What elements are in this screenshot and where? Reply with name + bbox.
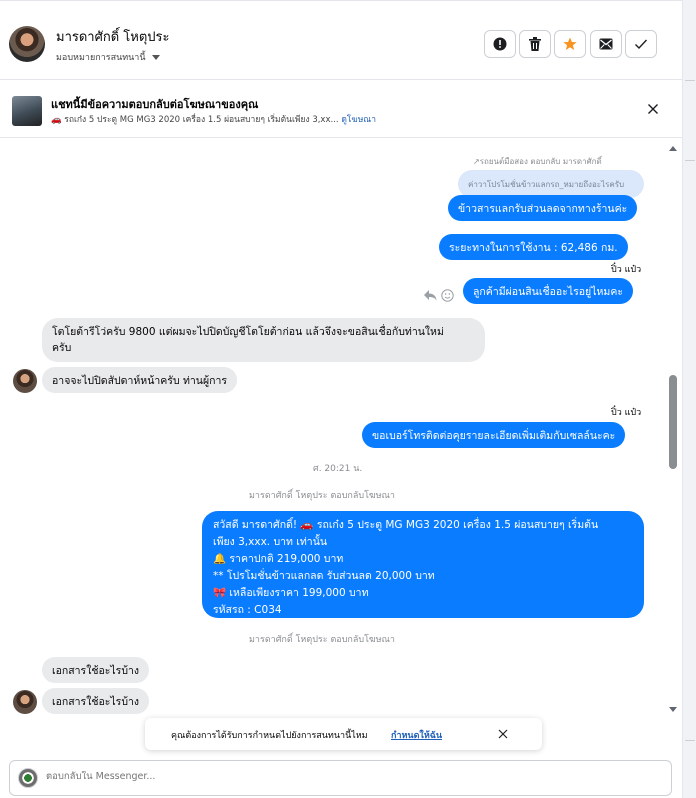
sender-name: ปิ๋ว แป๋ว [611,265,642,275]
ad-banner-title: แชทนี้มีข้อความตอบกลับต่อโฆษณาของคุณ [51,98,259,111]
assign-toast: คุณต้องการได้รับการกำหนดไปยังการสนทนานี้… [145,718,542,750]
message-timestamp: ศ. 20:21 น. [313,464,363,474]
right-rail [683,0,696,798]
message-actions [423,289,454,302]
rail-divider [685,160,695,161]
outgoing-message[interactable]: ระยะทางในการใช้งาน : 62,486 กม. [439,234,628,260]
ad-message-line: เพียง 3,xxx. บาท เท่านั้น [213,536,328,548]
contact-avatar-small[interactable] [13,690,37,714]
star-icon [563,37,577,50]
sender-name: ปิ๋ว แป๋ว [611,408,642,418]
close-icon[interactable] [496,727,510,741]
star-button[interactable] [554,30,586,58]
ad-message-line: รหัสรถ : C034 [213,604,282,616]
message-line: โตโยต้ารีโว่ครับ 9800 แต่ผมจะไปปิดบัญชีโ… [52,326,444,338]
contact-name[interactable]: มารดาศักดิ์ โหตุประ [56,26,170,47]
incoming-message[interactable]: เอกสารใช้อะไรบ้าง [42,688,150,714]
outgoing-message[interactable]: ลูกค้ามีผ่อนสินเชื่ออะไรอยู่ไหมคะ [463,278,633,304]
ad-message-line: สวัสดี มารดาศักดิ์! 🚗 รถเก๋ง 5 ประตู MG … [213,519,599,531]
react-icon[interactable] [441,289,454,302]
scroll-up-icon[interactable] [669,146,677,151]
ad-message-line: ** โปรโมชั่นข้าวแลกลด รับส่วนลด 20,000 บ… [213,570,435,582]
ad-message-line: 🔔 ราคาปกติ 219,000 บาท [213,553,344,565]
spam-icon [493,37,507,51]
quoted-message[interactable]: ค่าวาโปรโมชั่นข้าวแลกรถ_หมายถึงอะไรครับ [458,170,644,198]
ad-banner-text: 🚗 รถเก๋ง 5 ประตู MG MG3 2020 เครื่อง 1.5… [51,115,339,125]
assign-to-me-link[interactable]: กำหนดให้ฉัน [391,728,442,742]
assign-dropdown[interactable]: มอบหมายการสนทนานี้ [56,50,160,64]
rail-divider [685,80,695,81]
delete-button[interactable] [519,30,551,58]
reply-meta: ↗รถยนต์มือสอง ตอบกลับ มารดาศักดิ์ [473,157,602,166]
outgoing-message[interactable]: ขอเบอร์โทรติดต่อคุยรายละเอียดเพิ่มเติมกั… [362,422,626,448]
caret-down-icon [151,54,160,60]
incoming-message[interactable]: อาจจะไปปิดสัปดาห์หน้าครับ ท่านผู้การ [42,367,237,393]
ad-message-bubble[interactable]: สวัสดี มารดาศักดิ์! 🚗 รถเก๋ง 5 ประตู MG … [202,511,644,618]
contact-avatar[interactable] [9,26,45,62]
conversation-panel: มารดาศักดิ์ โหตุประ มอบหมายการสนทนานี้ แ… [0,0,683,798]
ad-banner-subtitle: 🚗 รถเก๋ง 5 ประตู MG MG3 2020 เครื่อง 1.5… [51,112,376,126]
toast-text: คุณต้องการได้รับการกำหนดไปยังการสนทนานี้… [171,731,368,741]
outgoing-message[interactable]: ข้าวสารแลกรับส่วนลดจากทางร้านค่ะ [448,195,638,221]
scroll-thumb[interactable] [669,375,677,469]
rail-divider [685,740,695,741]
ad-thumbnail[interactable] [12,96,42,126]
ad-reply-meta: มารดาศักดิ์ โหตุประ ตอบกลับโฆษณา [249,635,395,645]
mark-unread-button[interactable] [590,30,622,58]
assign-label: มอบหมายการสนทนานี้ [56,53,146,63]
ad-message-line: 🎀 เหลือเพียงราคา 199,000 บาท [213,587,369,599]
mark-done-button[interactable] [625,30,657,58]
conversation-header: มารดาศักดิ์ โหตุประ มอบหมายการสนทนานี้ [0,0,683,80]
ad-reply-meta: มารดาศักดิ์ โหตุประ ตอบกลับโฆษณา [249,491,395,501]
incoming-message[interactable]: เอกสารใช้อะไรบ้าง [42,657,150,683]
mark-spam-button[interactable] [484,30,516,58]
reply-composer[interactable] [9,760,672,796]
page-avatar [18,768,38,788]
message-line: ครับ [52,342,72,354]
incoming-message[interactable]: โตโยต้ารีโว่ครับ 9800 แต่ผมจะไปปิดบัญชีโ… [42,318,485,362]
reply-icon[interactable] [423,289,437,301]
close-icon[interactable] [645,101,661,117]
contact-avatar-small[interactable] [13,369,37,393]
reply-input[interactable] [46,771,646,782]
mark-unread-icon [599,38,613,50]
check-icon [635,39,648,50]
scroll-down-icon[interactable] [669,707,677,712]
view-ad-link[interactable]: ดูโฆษณา [341,115,376,125]
trash-icon [529,37,541,51]
